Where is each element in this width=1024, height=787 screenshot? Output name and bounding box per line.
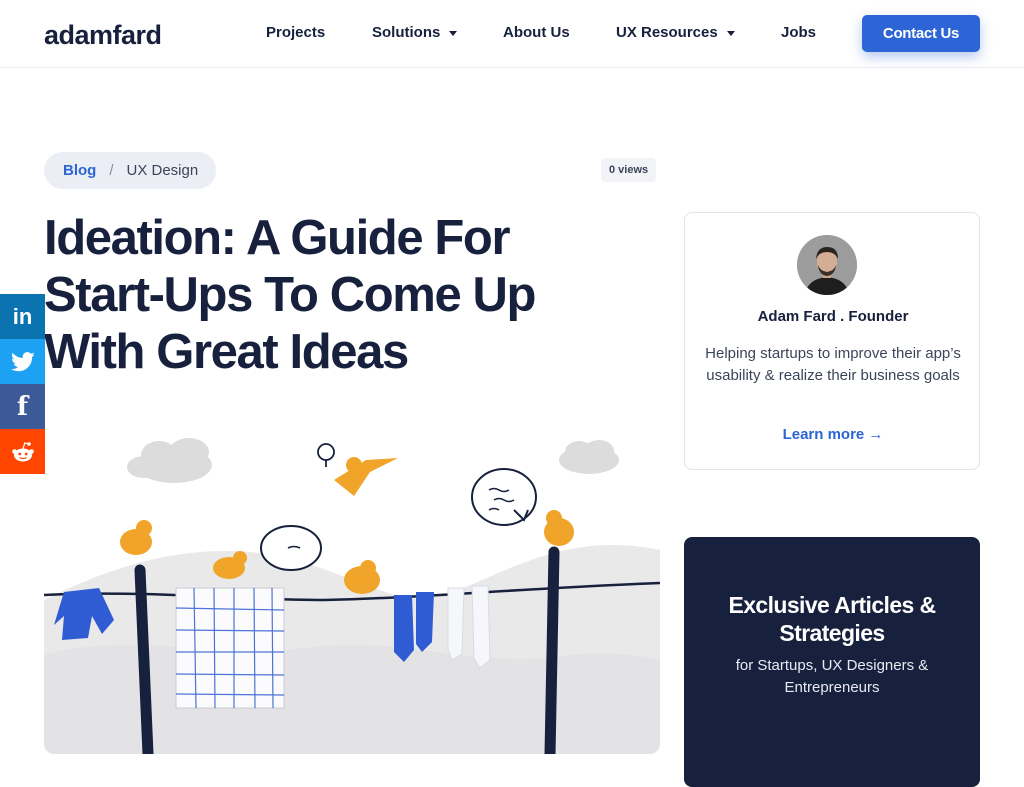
nav-about-us[interactable]: About Us [503,24,570,41]
hero-illustration [43,420,661,760]
nav-ux-resources-label: UX Resources [616,24,718,41]
breadcrumb-blog-link[interactable]: Blog [63,162,96,179]
chevron-down-icon [726,30,735,36]
site-header: adamfard Projects Solutions About Us UX … [0,0,1024,68]
nav-projects[interactable]: Projects [266,24,325,41]
linkedin-share-button[interactable]: in [0,294,45,339]
chevron-down-icon [449,30,458,36]
nav-about-label: About Us [503,24,570,41]
promo-subtitle: for Startups, UX Designers & Entrepreneu… [735,657,929,696]
author-photo [797,235,857,295]
views-badge: 0 views [601,158,657,182]
reddit-icon [11,441,34,461]
nav-jobs[interactable]: Jobs [781,24,816,41]
nav-projects-label: Projects [266,24,326,41]
author-avatar [797,235,857,295]
twitter-icon [10,351,35,371]
author-name: Adam Fard . Founder [757,308,909,325]
linkedin-icon: in [12,303,33,329]
breadcrumb: Blog / UX Design [44,152,216,189]
nav-jobs-label: Jobs [781,24,817,41]
site-logo[interactable]: adamfard [44,20,162,51]
contact-us-button[interactable]: Contact Us [862,15,980,52]
social-share-bar: in f [0,294,45,474]
title-line-2: Start-Ups To Come Up [44,268,536,322]
breadcrumb-current[interactable]: UX Design [127,162,199,179]
facebook-share-button[interactable]: f [0,384,45,429]
author-card: Adam Fard . Founder Helping startups to … [684,212,980,470]
facebook-icon: f [16,391,29,422]
newsletter-promo-card: Exclusive Articles & Strategies for Star… [684,537,980,787]
author-description: Helping startups to improve their app’s … [705,345,961,384]
promo-title: Exclusive Articles & Strategies [728,592,936,646]
breadcrumb-separator: / [109,162,114,179]
title-line-1: Ideation: A Guide For [44,211,511,265]
laundry-birds-illustration [43,438,661,760]
article-title: Ideation: A Guide For Start-Ups To Come … [44,210,644,381]
twitter-share-button[interactable] [0,339,45,384]
nav-solutions-label: Solutions [372,24,441,41]
title-line-3: With Great Ideas [44,325,409,379]
nav-solutions[interactable]: Solutions [372,24,458,41]
learn-more-link[interactable]: Learn more → [685,426,981,443]
nav-ux-resources[interactable]: UX Resources [616,24,735,41]
reddit-share-button[interactable] [0,429,45,474]
